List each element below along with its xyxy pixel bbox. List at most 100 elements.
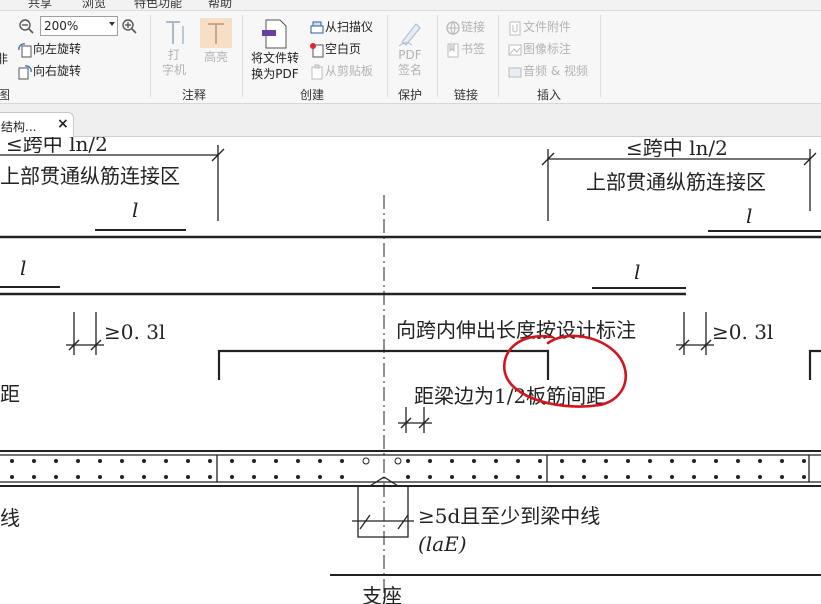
group-separator [437, 15, 438, 97]
clipboard-icon [311, 64, 323, 79]
rebar-dot [450, 475, 454, 479]
top-right-span-label: ≤跨中 ln/2 [626, 137, 728, 160]
menu-tab-features[interactable]: 特色功能 [134, 0, 182, 10]
highlight-icon [200, 18, 232, 48]
group-label-protect: 保护 [398, 88, 423, 102]
audio-video-label: 音频 & 视频 [523, 64, 588, 78]
rebar-dot [692, 459, 696, 463]
rebar-dot [626, 475, 630, 479]
menu-tab-help[interactable]: 帮助 [208, 0, 232, 10]
rebar-dot [604, 475, 608, 479]
blank-page-label: 空白页 [325, 42, 362, 56]
group-separator [498, 15, 499, 97]
rebar-dot [648, 475, 652, 479]
rebar-dot [670, 459, 674, 463]
from-scanner-label: 从扫描仪 [325, 20, 374, 34]
l-label: l [746, 204, 752, 228]
group-separator [242, 15, 243, 97]
rebar-dot [670, 475, 674, 479]
menu-tab-share[interactable]: 共享 [28, 0, 52, 10]
rebar-dot [32, 475, 36, 479]
file-attachment-label: 文件附件 [523, 20, 572, 34]
anchor-note: ≥5d且至少到梁中线 [418, 504, 600, 528]
rebar-dot [428, 459, 432, 463]
rebar-dots [10, 459, 806, 479]
highlight-button[interactable]: 高亮 [200, 18, 232, 65]
bookmark-button[interactable]: 书签 [445, 40, 485, 58]
rebar-dot [714, 459, 718, 463]
rebar-drawing: ≤跨中 ln/2 上部贯通纵筋连接区 ≤跨中 ln/2 上部贯通纵筋连接区 l … [0, 137, 821, 604]
close-icon[interactable]: × [57, 116, 69, 132]
rebar-dot [186, 459, 190, 463]
document-tab[interactable]: 结构... × [0, 112, 74, 137]
document-tab-strip: 结构... × [0, 104, 821, 137]
pdf-sign-button[interactable]: PDF 签名 [394, 18, 426, 78]
rebar-dot [714, 475, 718, 479]
image-icon [508, 44, 522, 55]
blank-page-button[interactable]: 空白页 [309, 40, 361, 58]
link-icon [446, 20, 460, 35]
link-button[interactable]: 链接 [445, 18, 485, 36]
convert-to-pdf-button[interactable]: 将文件转 换为PDF [250, 18, 300, 82]
document-viewport[interactable]: ≤跨中 ln/2 上部贯通纵筋连接区 ≤跨中 ln/2 上部贯通纵筋连接区 l … [0, 137, 821, 604]
top-left-span-label: ≤跨中 ln/2 [6, 137, 108, 156]
chevron-down-icon [109, 22, 115, 26]
menu-bar: 共享 浏览 特色功能 帮助 [0, 0, 821, 11]
rotate-left-button[interactable]: 向左旋转 [17, 40, 81, 58]
zoom-in-icon[interactable] [121, 18, 137, 34]
rebar-dot [406, 459, 410, 463]
rebar-dot [76, 475, 80, 479]
rebar-dot [120, 475, 124, 479]
document-tab-title: 结构... [1, 120, 37, 134]
pdf-sign-label: PDF 签名 [397, 48, 422, 77]
ribbon-toolbar: 共享 浏览 特色功能 帮助 非 200% 向左旋转 向右旋转 图 打 字机 高亮… [0, 0, 821, 104]
rebar-dot [186, 475, 190, 479]
from-scanner-button[interactable]: 从扫描仪 [309, 18, 373, 36]
link-label: 链接 [461, 20, 486, 34]
rebar-dot [340, 459, 344, 463]
from-clipboard-label: 从剪贴板 [325, 64, 374, 78]
zoom-value: 200% [44, 19, 79, 33]
rebar-dot [54, 459, 58, 463]
rebar-dot [54, 475, 58, 479]
l-label: l [634, 260, 640, 284]
convert-pdf-icon [262, 19, 287, 49]
rebar-dot [208, 475, 212, 479]
rebar-dot [780, 475, 784, 479]
rebar-dot [494, 459, 498, 463]
bookmark-icon [447, 43, 459, 57]
from-clipboard-button[interactable]: 从剪贴板 [309, 62, 373, 80]
group-separator [600, 15, 601, 97]
group-separator [150, 15, 151, 97]
highlight-label: 高亮 [203, 50, 228, 64]
rebar-dot [230, 459, 234, 463]
group-label-insert: 插入 [537, 88, 562, 102]
rebar-dot [516, 459, 520, 463]
typewriter-button[interactable]: 打 字机 [160, 18, 188, 78]
scanner-icon [310, 21, 324, 33]
menu-tab-view[interactable]: 浏览 [82, 0, 106, 10]
file-attachment-button[interactable]: 文件附件 [507, 18, 571, 36]
group-label-annotate: 注释 [182, 88, 207, 102]
zoom-select[interactable]: 200% [40, 16, 118, 36]
rotate-right-button[interactable]: 向右旋转 [17, 62, 81, 80]
zoom-out-icon[interactable] [18, 18, 34, 34]
group-label-create: 创建 [300, 88, 325, 102]
page-label-partial: 非 [0, 52, 9, 66]
distance-note: 距梁边为1/2板筋间距 [414, 384, 606, 408]
rebar-dot [274, 475, 278, 479]
rebar-dot [340, 475, 344, 479]
rebar-dot [252, 475, 256, 479]
lae-label: (laE) [418, 532, 467, 556]
audio-video-button[interactable]: 音频 & 视频 [507, 62, 588, 80]
pen-sign-icon [398, 23, 421, 47]
rebar-dot [318, 459, 322, 463]
rebar-dot [472, 459, 476, 463]
left-cut-text: 线 [0, 506, 20, 530]
splice-zone-left-label: 上部贯通纵筋连接区 [0, 164, 180, 188]
rebar-dot [538, 475, 542, 479]
image-annotation-label: 图像标注 [523, 42, 572, 56]
rebar-dot [560, 459, 564, 463]
image-annotation-button[interactable]: 图像标注 [507, 40, 571, 58]
rebar-dot [296, 475, 300, 479]
